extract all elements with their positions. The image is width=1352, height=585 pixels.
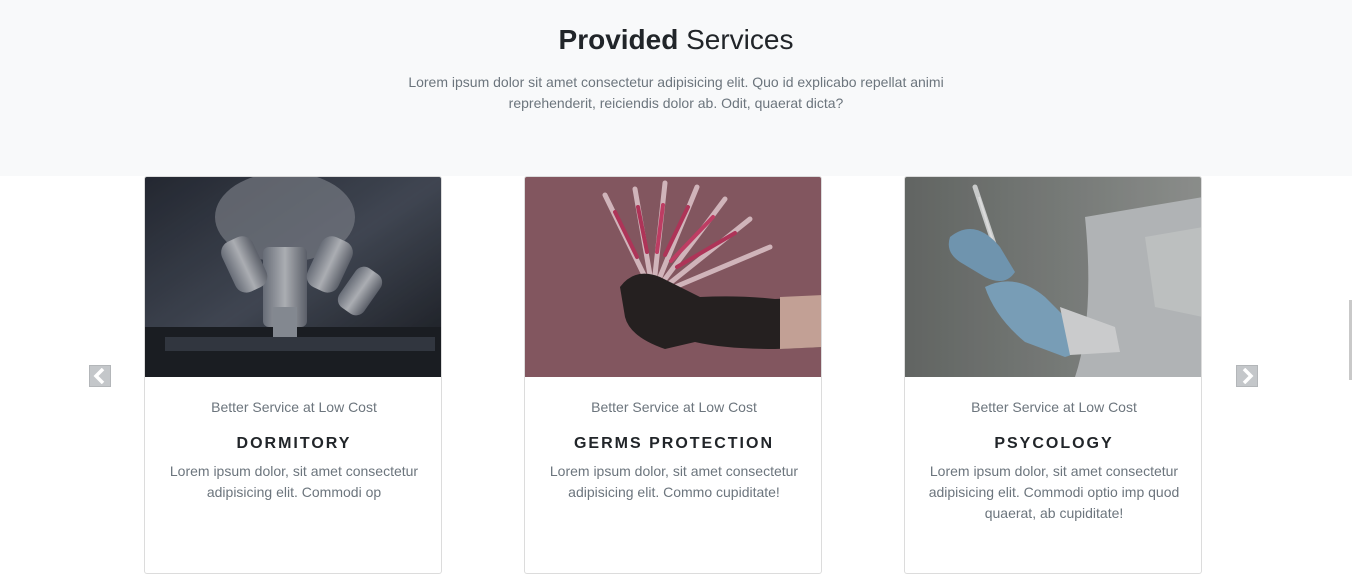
service-card[interactable]: Better Service at Low Cost GERMS PROTECT…	[524, 176, 822, 574]
card-description: Lorem ipsum dolor, sit amet consectetur …	[549, 463, 799, 500]
section-title: Provided Services	[0, 22, 1352, 58]
section-title-bold: Provided	[558, 24, 679, 55]
carousel-prev-button[interactable]	[89, 365, 111, 387]
syringes-gloved-hand-image	[525, 177, 821, 377]
microscope-image	[145, 177, 441, 377]
card-tagline: Better Service at Low Cost	[211, 399, 377, 415]
services-hero: Provided Services Lorem ipsum dolor sit …	[0, 0, 1352, 176]
card-title: PSYCOLOGY	[994, 435, 1114, 452]
card-tagline: Better Service at Low Cost	[591, 399, 757, 415]
card-title: GERMS PROTECTION	[573, 435, 774, 452]
card-title: DORMITORY	[236, 435, 352, 452]
section-title-rest: Services	[678, 24, 794, 55]
card-description: Lorem ipsum dolor, sit amet consectetur …	[169, 463, 419, 500]
section-subtitle: Lorem ipsum dolor sit amet consectetur a…	[408, 74, 944, 111]
service-card[interactable]: Better Service at Low Cost DORMITORY Lor…	[144, 176, 442, 574]
card-tagline: Better Service at Low Cost	[971, 399, 1137, 415]
chevron-right-icon	[1240, 368, 1254, 384]
service-card[interactable]: Better Service at Low Cost PSYCOLOGY Lor…	[904, 176, 1202, 574]
chevron-left-icon	[93, 368, 107, 384]
doctor-syringe-image	[905, 177, 1201, 377]
card-description: Lorem ipsum dolor, sit amet consectetur …	[928, 463, 1180, 521]
carousel-next-button[interactable]	[1236, 365, 1258, 387]
